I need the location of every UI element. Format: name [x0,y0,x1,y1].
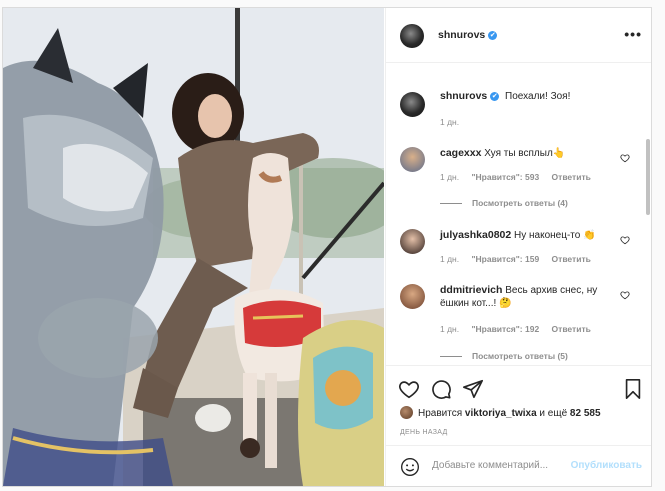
comment-meta: 1 дн. "Нравится": 192 Ответить [440,324,591,334]
caption-meta: 1 дн. [440,117,469,127]
like-comment-heart-icon[interactable] [620,235,630,245]
caption-author-avatar[interactable] [400,92,425,117]
post-date: ДЕНЬ НАЗАД [400,429,448,436]
view-replies-button[interactable]: Посмотреть ответы (4) [440,198,568,208]
replies-divider [440,356,462,358]
publish-button[interactable]: Опубликовать [571,460,642,471]
liker-avatar [400,406,413,419]
replies-divider [440,203,462,205]
verified-badge-icon: ✔ [490,92,500,101]
comment-reply-button[interactable]: Ответить [552,254,591,264]
comment-avatar[interactable] [400,147,425,172]
post-header: shnurovs ✔ ••• [386,8,651,63]
liker-username[interactable]: viktoriya_twixa [465,408,537,419]
post-photo[interactable] [3,8,384,486]
like-comment-heart-icon[interactable] [620,153,630,163]
like-heart-icon[interactable] [398,378,420,400]
comment-body: Хуя ты всплыл👆 [484,148,566,159]
comment-username[interactable]: cagexxx [440,147,481,159]
more-options-icon[interactable]: ••• [624,27,642,41]
view-replies-button[interactable]: Посмотреть ответы (5) [440,351,568,361]
verified-badge-icon: ✔ [488,31,498,40]
like-comment-heart-icon[interactable] [620,290,630,300]
comment-age: 1 дн. [440,254,460,264]
post-actions: Нравится viktoriya_twixa и ещё 82 585 ДЕ… [386,365,651,446]
comment-meta: 1 дн. "Нравится": 159 Ответить [440,254,591,264]
comment-text: ddmitrievich Весь архив снес, ну ёшкин к… [440,284,618,310]
comment-age: 1 дн. [440,324,460,334]
carousel-photo-illustration [3,8,384,486]
comment-input[interactable]: Добавьте комментарий... [432,460,548,471]
view-replies-label: Посмотреть ответы (4) [472,198,568,208]
comment-meta: 1 дн. "Нравится": 593 Ответить [440,172,591,182]
comment-username[interactable]: ddmitrievich [440,284,502,296]
comment-composer: Добавьте комментарий... Опубликовать [386,445,651,486]
author-avatar[interactable] [400,24,424,48]
comment-text: julyashka0802 Ну наконец-то 👏 [440,229,618,242]
comment-text: cagexxx Хуя ты всплыл👆 [440,147,618,160]
comment-avatar[interactable] [400,284,425,309]
author-line: shnurovs ✔ [438,29,498,41]
caption-age: 1 дн. [440,117,460,127]
caption-author[interactable]: shnurovs [440,90,487,102]
likes-summary[interactable]: Нравится viktoriya_twixa и ещё 82 585 [400,406,601,419]
likes-count[interactable]: 82 585 [570,408,601,419]
likes-middle: и ещё [539,408,568,419]
smiley-icon[interactable] [400,457,420,477]
share-send-icon[interactable] [462,378,484,400]
view-replies-label: Посмотреть ответы (5) [472,351,568,361]
post-side-panel: shnurovs ✔ ••• shnurovs ✔ Поехали! Зоя! 1 … [385,8,651,486]
comment-likes[interactable]: "Нравится": 593 [471,172,539,182]
comment-reply-button[interactable]: Ответить [552,324,591,334]
comment-likes[interactable]: "Нравится": 159 [471,254,539,264]
comment-username[interactable]: julyashka0802 [440,229,511,241]
comment-reply-button[interactable]: Ответить [552,172,591,182]
comment-bubble-icon[interactable] [430,378,452,400]
caption-text: shnurovs ✔ Поехали! Зоя! [440,90,618,103]
comments-list[interactable]: shnurovs ✔ Поехали! Зоя! 1 дн. cagexxx Ху… [386,63,651,365]
comment-avatar[interactable] [400,229,425,254]
author-username[interactable]: shnurovs [438,29,485,41]
likes-prefix: Нравится [418,408,463,419]
post-modal: shnurovs ✔ ••• shnurovs ✔ Поехали! Зоя! 1 … [2,7,652,487]
bookmark-icon[interactable] [622,378,644,400]
comments-scrollbar[interactable] [646,139,650,215]
comment-likes[interactable]: "Нравится": 192 [471,324,539,334]
comment-body: Ну наконец-то 👏 [514,230,596,241]
caption-body: Поехали! Зоя! [505,91,571,102]
comment-age: 1 дн. [440,172,460,182]
